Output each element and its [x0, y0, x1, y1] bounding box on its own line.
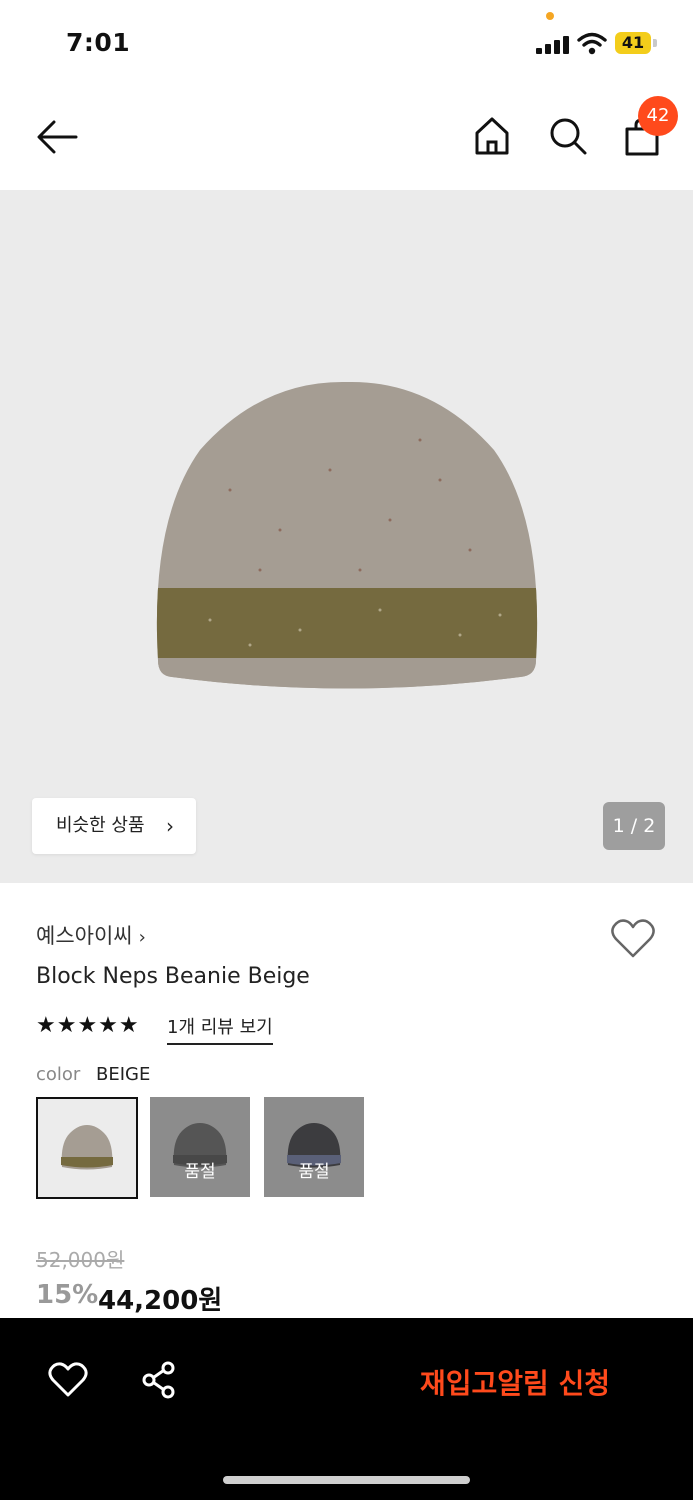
sold-out-label: 품절 — [298, 1162, 330, 1182]
color-value: BEIGE — [96, 1064, 151, 1085]
color-swatch-beige[interactable] — [36, 1097, 138, 1199]
back-arrow-icon[interactable] — [36, 118, 78, 156]
similar-products-button[interactable]: 비슷한 상품 › — [32, 798, 196, 854]
restock-alert-button[interactable]: 재입고알림 신청 — [420, 1362, 610, 1402]
color-swatch-charcoal[interactable]: 품절 — [150, 1097, 250, 1197]
wishlist-heart-icon[interactable] — [610, 918, 656, 960]
chevron-right-icon: › — [138, 927, 146, 948]
share-icon[interactable] — [140, 1360, 178, 1400]
sold-out-label: 품절 — [184, 1162, 216, 1182]
beanie-image — [156, 381, 538, 689]
battery-indicator: 41 — [615, 32, 651, 54]
battery-nub — [653, 39, 657, 47]
wifi-icon — [577, 32, 607, 55]
similar-products-label: 비슷한 상품 — [56, 815, 145, 836]
image-pager: 1 / 2 — [603, 802, 665, 850]
sale-price: 44,200원 — [98, 1286, 223, 1316]
chevron-right-icon: › — [166, 814, 174, 838]
privacy-indicator-dot — [546, 12, 554, 20]
review-link[interactable]: 1개 리뷰 보기 — [167, 1013, 273, 1045]
brand-link[interactable]: 예스아이씨 › — [36, 920, 146, 950]
original-price: 52,000원 — [36, 1248, 125, 1272]
swatch-beanie-beige — [61, 1125, 113, 1170]
color-swatch-navy[interactable]: 품절 — [264, 1097, 364, 1197]
brand-name: 예스아이씨 — [36, 924, 133, 948]
product-title: Block Neps Beanie Beige — [36, 964, 310, 989]
status-time: 7:01 — [66, 28, 131, 57]
color-label: color — [36, 1064, 81, 1085]
swatch-beanie-navy — [287, 1123, 341, 1168]
home-icon[interactable] — [474, 116, 510, 156]
search-icon[interactable] — [548, 116, 588, 156]
star-rating: ★★★★★ — [36, 1013, 140, 1038]
swatch-beanie-charcoal — [173, 1123, 227, 1168]
cart-count-badge: 42 — [638, 96, 678, 136]
signal-icon — [536, 34, 570, 54]
home-indicator[interactable] — [223, 1476, 470, 1484]
heart-icon[interactable] — [48, 1362, 88, 1398]
product-image[interactable] — [0, 190, 693, 883]
discount-rate: 15% — [36, 1280, 99, 1310]
bottom-action-bar — [0, 1318, 693, 1500]
